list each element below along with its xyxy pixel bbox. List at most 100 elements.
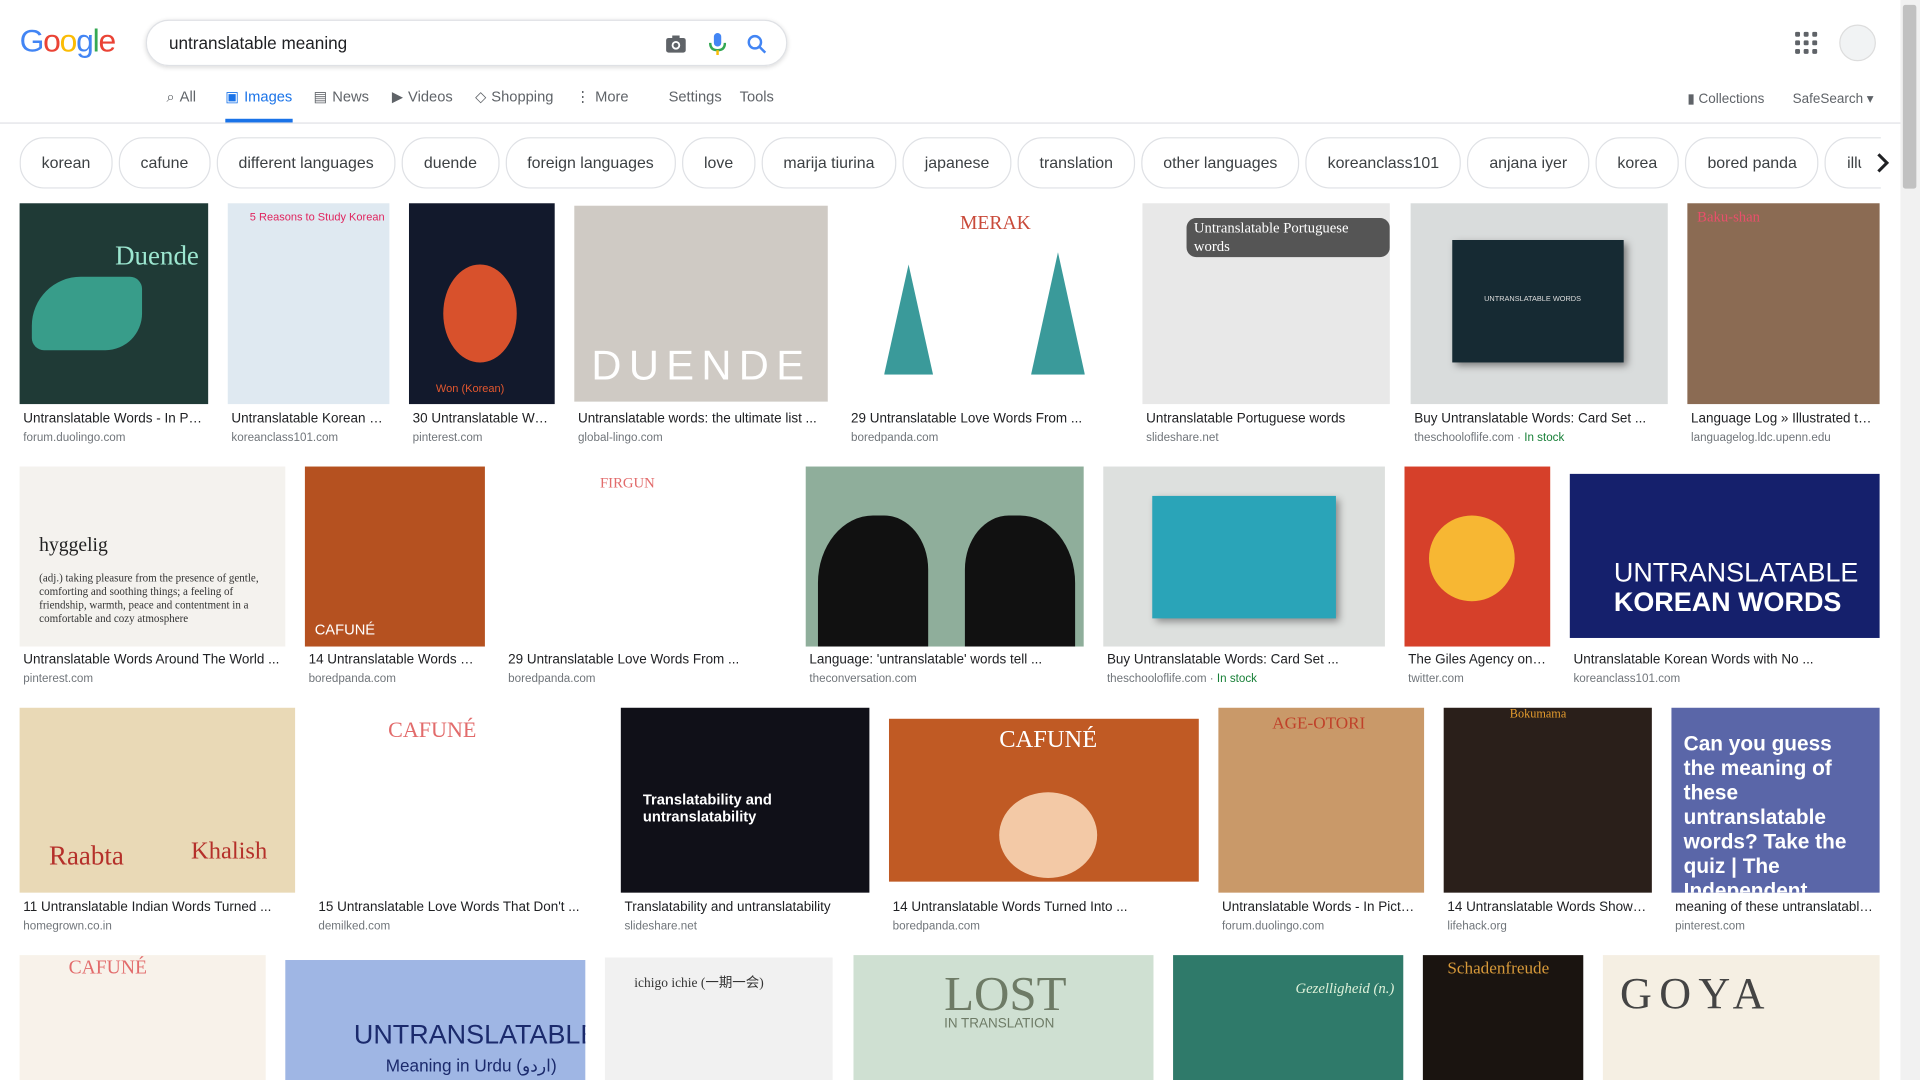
result-thumbnail[interactable]: ichigo ichie (一期一会) (604, 957, 833, 1080)
result-title[interactable]: Untranslatable Words - In Picture... (1222, 900, 1420, 915)
account-avatar[interactable] (1839, 24, 1876, 62)
result-thumbnail[interactable]: CAFUNÉ (19, 955, 266, 1080)
result-thumbnail[interactable]: hyggelig (adj.) taking pleasure from the … (19, 466, 286, 647)
result-title[interactable]: Untranslatable words: the ultimate list … (578, 411, 824, 426)
thumbnail-text: ichigo ichie (一期一会) (634, 975, 764, 991)
chip-4[interactable]: foreign languages (505, 137, 676, 189)
result-thumbnail[interactable]: Translatability and untranslatability (620, 707, 870, 893)
result-thumbnail[interactable]: Raabta Khalish (19, 707, 296, 893)
result-thumbnail[interactable]: CAFUNÉ (304, 466, 485, 647)
result-title[interactable]: The Giles Agency on T... (1408, 653, 1546, 668)
result-thumbnail[interactable]: CAFUNÉ (888, 718, 1199, 882)
chip-6[interactable]: marija tiurina (761, 137, 897, 189)
thumbnail-text: hyggelig (39, 535, 108, 556)
collections-button[interactable]: ▮ Collections (1687, 91, 1764, 107)
result-thumbnail[interactable]: AGE-OTORI (1218, 707, 1425, 893)
result-thumbnail[interactable]: Untranslatable Portuguese words (1142, 203, 1390, 405)
result-title[interactable]: 30 Untranslatable Wor... (413, 411, 551, 426)
chip-7[interactable]: japanese (902, 137, 1012, 189)
result-title[interactable]: 15 Untranslatable Love Words That Don't … (318, 900, 598, 915)
result-thumbnail[interactable]: Can you guess the meaning of these untra… (1671, 707, 1880, 893)
settings-link[interactable]: Settings (669, 88, 722, 105)
book-graphic (1152, 495, 1336, 619)
result-title[interactable]: Translatability and untranslatability (624, 900, 865, 915)
chip-10[interactable]: koreanclass101 (1305, 137, 1462, 189)
result-title[interactable]: Language: 'untranslatable' words tell ..… (809, 653, 1080, 668)
tab-news[interactable]: ▤ News (313, 88, 369, 122)
result-source: homegrown.co.in (23, 919, 112, 934)
thumbnail-subtext: KOREAN WORDS (1613, 586, 1842, 618)
tools-link[interactable]: Tools (740, 88, 774, 105)
google-logo[interactable]: Google (20, 22, 117, 60)
chip-2[interactable]: different languages (216, 137, 396, 189)
image-icon: ▣ (225, 88, 240, 106)
stock-badge: In stock (1524, 431, 1565, 445)
result-thumbnail[interactable]: Baku-shan (1687, 203, 1880, 405)
search-icon[interactable] (744, 32, 768, 56)
result-title[interactable]: 29 Untranslatable Love Words From ... (508, 653, 782, 668)
result-title[interactable]: 14 Untranslatable Words Tur... (309, 653, 482, 668)
result-thumbnail[interactable]: UNTRANSLATABLE KOREAN WORDS (1569, 473, 1880, 638)
more-vert-icon: ⋮ (575, 88, 591, 106)
safesearch-button[interactable]: SafeSearch ▾ (1793, 91, 1874, 107)
thumbnail-text: 5 Reasons to Study Korean (249, 210, 385, 223)
result-thumbnail[interactable]: UNTRANSLATABLE Meaning in Urdu (اردو) (285, 960, 586, 1080)
result-thumbnail[interactable]: Bokumama (1443, 707, 1652, 893)
result-title[interactable]: meaning of these untranslatable ... (1675, 900, 1876, 915)
result-title[interactable]: Untranslatable Words - In Pict... (23, 411, 204, 426)
result-thumbnail[interactable]: Duende (19, 203, 209, 405)
result-title[interactable]: 29 Untranslatable Love Words From ... (851, 411, 1119, 426)
result-thumbnail[interactable]: DUENDE (574, 205, 828, 402)
search-input[interactable] (166, 29, 649, 57)
tab-images[interactable]: ▣ Images (225, 88, 293, 123)
result-title[interactable]: Untranslatable Korean W... (231, 411, 385, 426)
result-thumbnail[interactable]: MERAK (847, 203, 1123, 405)
thumbnail-text: CAFUNÉ (388, 717, 477, 743)
apps-grid-icon[interactable] (1795, 31, 1818, 54)
camera-icon[interactable] (664, 32, 688, 56)
chip-11[interactable]: anjana iyer (1467, 137, 1590, 189)
scrollbar-thumb[interactable] (1902, 4, 1917, 189)
chip-9[interactable]: other languages (1141, 137, 1300, 189)
chip-5[interactable]: love (681, 137, 756, 189)
result-source: boredpanda.com (308, 672, 396, 686)
result-thumbnail[interactable]: Gezelligheid (n.) (1173, 955, 1404, 1080)
result-thumbnail[interactable] (805, 466, 1084, 647)
tree-graphic (1031, 252, 1085, 375)
chip-1[interactable]: cafune (118, 137, 211, 189)
tab-more[interactable]: ⋮ More (576, 88, 629, 122)
chip-13[interactable]: bored panda (1685, 137, 1819, 189)
result-thumbnail[interactable]: Won (Korean) (408, 203, 555, 405)
result-thumbnail[interactable]: Schadenfreude (1422, 955, 1584, 1080)
chip-3[interactable]: duende (401, 137, 500, 189)
result-thumbnail[interactable]: LOST IN TRANSLATION (853, 955, 1154, 1080)
result-title[interactable]: Buy Untranslatable Words: Card Set ... (1414, 411, 1664, 426)
result-title[interactable]: Language Log » Illustrated tra... (1691, 411, 1876, 426)
thumbnail-text: LOST (944, 966, 1067, 1022)
result-thumbnail[interactable]: CAFUNÉ (314, 707, 603, 893)
mic-icon[interactable] (705, 32, 729, 56)
result-title[interactable]: 14 Untranslatable Words Shown I... (1447, 900, 1648, 915)
result-title[interactable]: Untranslatable Portuguese words (1146, 411, 1386, 426)
result-title[interactable]: Untranslatable Words Around The World ..… (23, 653, 281, 668)
result-thumbnail[interactable]: GOYA (1602, 955, 1880, 1080)
result-title[interactable]: Untranslatable Korean Words with No ... (1573, 653, 1875, 668)
chip-0[interactable]: korean (19, 137, 113, 189)
tab-videos[interactable]: ▶ Videos (392, 88, 453, 122)
chip-12[interactable]: korea (1595, 137, 1680, 189)
thumbnail-text: CAFUNÉ (68, 957, 147, 979)
chip-8[interactable]: translation (1017, 137, 1136, 189)
result-thumbnail[interactable]: UNTRANSLATABLE WORDS (1410, 203, 1668, 405)
result-thumbnail[interactable]: 5 Reasons to Study Korean (227, 203, 390, 405)
tab-all[interactable]: ⌕ All (167, 88, 196, 122)
result-title[interactable]: Buy Untranslatable Words: Card Set ... (1107, 653, 1381, 668)
result-thumbnail[interactable] (1404, 466, 1551, 647)
thumbnail-subtext: IN TRANSLATION (944, 1016, 1055, 1032)
result-title[interactable]: 14 Untranslatable Words Turned Into ... (893, 900, 1195, 915)
tab-shopping[interactable]: ◇ Shopping (475, 88, 553, 122)
result-title[interactable]: 11 Untranslatable Indian Words Turned ..… (23, 900, 291, 915)
result-thumbnail[interactable]: FIRGUN (504, 466, 787, 647)
head-silhouette (817, 515, 929, 647)
chips-next-button[interactable] (1861, 139, 1906, 187)
result-thumbnail[interactable] (1103, 466, 1385, 647)
